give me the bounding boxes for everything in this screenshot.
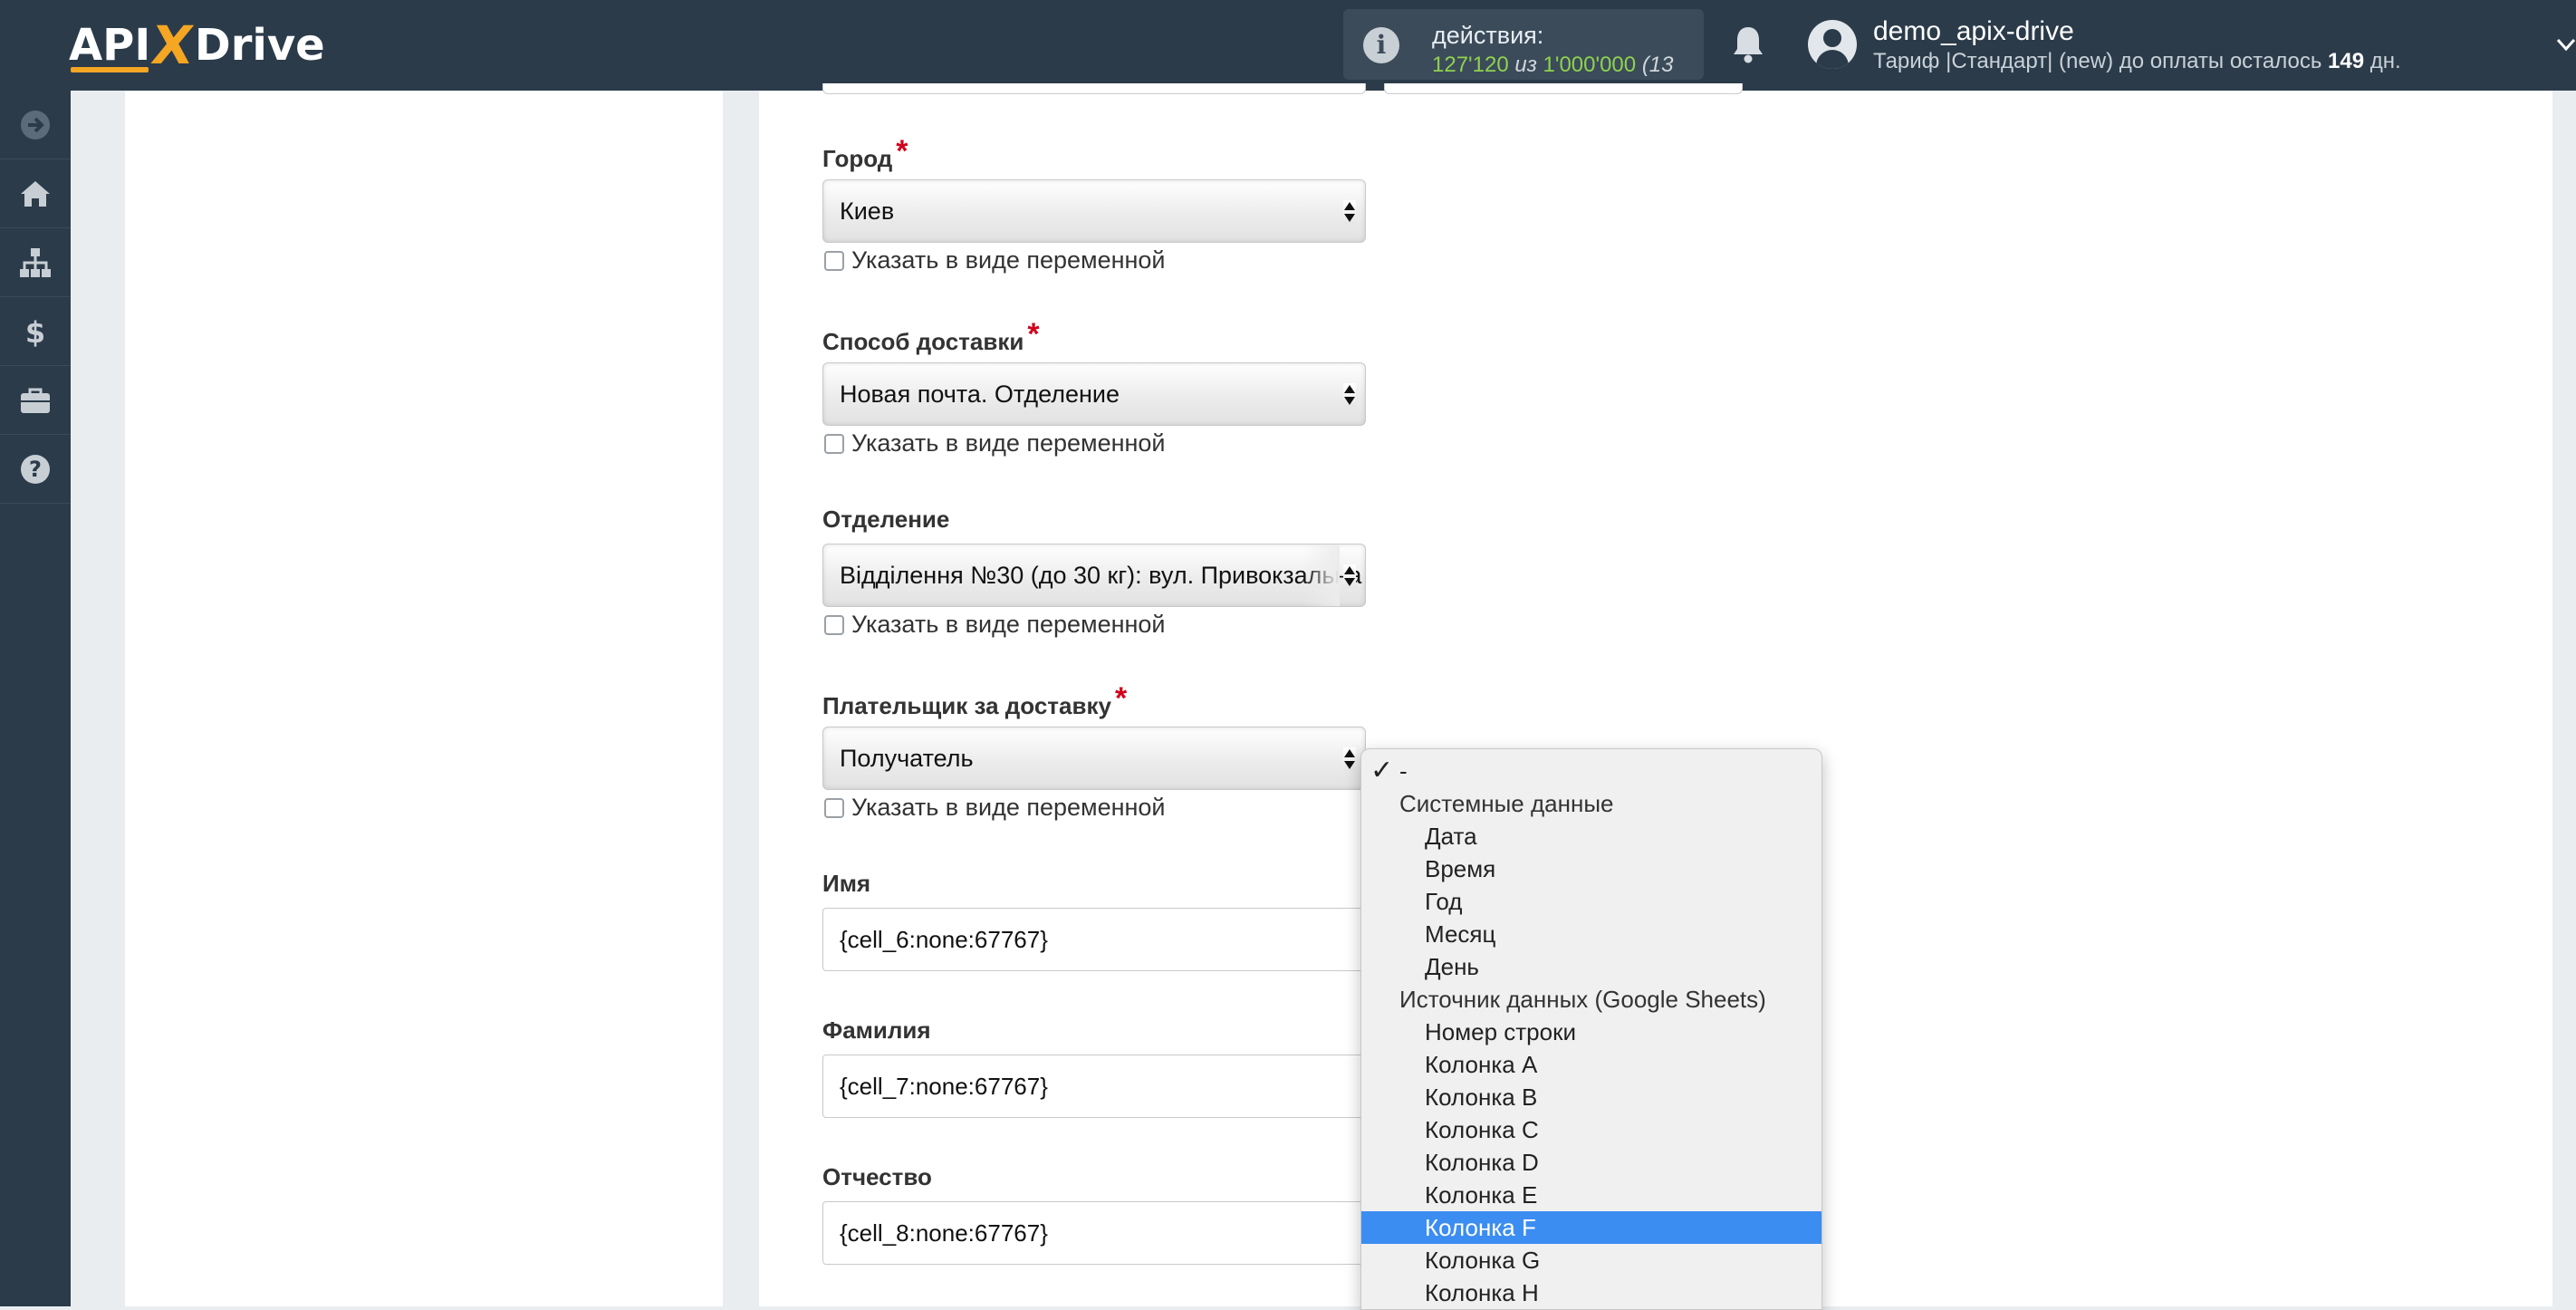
payer-variable-checkbox[interactable]: Указать в виде переменной [824,794,1166,822]
dropdown-option[interactable]: Дата [1361,820,1821,852]
dropdown-group-source: Источник данных (Google Sheets) [1399,986,1766,1013]
delivery-select[interactable]: Новая почта. Отделение [822,362,1366,426]
top-bar: API X Drive i действия: 127'120 из 1'000'0… [0,0,2576,91]
payer-select[interactable]: Получатель [822,727,1366,790]
dollar-icon: $ [25,315,45,349]
payer-label: Плательщик за доставку * [822,681,1128,719]
sidebar-item-home[interactable] [0,159,71,228]
branch-label: Отделение [822,506,950,533]
dropdown-option[interactable]: Номер строки [1361,1016,1821,1048]
sidebar-item-expand[interactable] [0,91,71,159]
dropdown-option[interactable]: Колонка C [1361,1113,1821,1146]
city-select[interactable]: Киев [822,179,1366,243]
patronymic-label: Отчество [822,1163,932,1190]
last-name-input[interactable]: {cell_7:none:67767} [822,1055,1366,1118]
sitemap-icon [20,247,51,277]
chevron-down-icon[interactable] [2556,34,2576,54]
dropdown-option[interactable]: Время [1361,852,1821,885]
actions-label: действия: [1432,22,1544,49]
apix-drive-logo[interactable]: API X Drive [69,14,325,76]
left-panel [125,91,723,1306]
briefcase-icon [21,388,50,413]
first-name-label: Имя [822,870,871,897]
home-icon [21,180,50,207]
last-name-label: Фамилия [822,1016,931,1044]
help-icon: ? [21,454,50,484]
bell-icon[interactable] [1730,24,1766,63]
sidebar-item-billing[interactable]: $ [0,297,71,366]
dropdown-option[interactable]: Год [1361,885,1821,918]
delivery-label: Способ доставки * [822,317,1040,355]
delivery-variable-checkbox[interactable]: Указать в виде переменной [824,429,1166,458]
sidebar: $ ? [0,91,71,1306]
patronymic-input[interactable]: {cell_8:none:67767} [822,1201,1366,1265]
dropdown-option-none[interactable]: ✓ - [1361,755,1821,787]
dropdown-option[interactable]: Колонка A [1361,1048,1821,1081]
info-icon: i [1363,27,1399,63]
tariff-info: Тариф |Стандарт| (new) до оплаты осталос… [1873,49,2401,73]
dropdown-option[interactable]: Колонка E [1361,1179,1821,1211]
actions-count: 127'120 из 1'000'000 (13 [1432,53,1674,77]
arrow-right-icon [21,110,50,140]
dropdown-option[interactable]: Колонка G [1361,1244,1821,1276]
variable-dropdown-menu[interactable]: ✓ - Системные данные Дата Время Год Месяц… [1360,748,1822,1310]
dropdown-option[interactable]: Колонка B [1361,1081,1821,1113]
dropdown-option-selected[interactable]: Колонка F [1361,1211,1821,1244]
sidebar-item-connections[interactable] [0,228,71,297]
dropdown-option[interactable]: День [1361,950,1821,983]
logo-underline [71,67,149,72]
checkmark-icon: ✓ [1370,756,1394,785]
first-name-input[interactable]: {cell_6:none:67767} [822,908,1366,971]
previous-field-bottom-2 [1384,83,1743,94]
city-label: Город * [822,134,908,172]
branch-variable-checkbox[interactable]: Указать в виде переменной [824,611,1166,639]
username[interactable]: demo_apix-drive [1873,16,2074,47]
dropdown-option[interactable]: Колонка H [1361,1276,1821,1309]
dropdown-option[interactable]: Колонка D [1361,1146,1821,1179]
sidebar-item-help[interactable]: ? [0,435,71,504]
actions-counter[interactable]: i действия: 127'120 из 1'000'000 (13 [1343,9,1704,80]
svg-text:?: ? [29,457,42,482]
sidebar-item-services[interactable] [0,366,71,435]
avatar[interactable] [1808,20,1857,69]
city-variable-checkbox[interactable]: Указать в виде переменной [824,246,1166,275]
svg-text:$: $ [25,315,45,349]
branch-select[interactable]: Відділення №30 (до 30 кг): вул. Привокза… [822,544,1366,607]
dropdown-group-system: Системные данные [1399,790,1614,817]
previous-field-bottom [822,83,1366,94]
dropdown-option[interactable]: Месяц [1361,918,1821,950]
